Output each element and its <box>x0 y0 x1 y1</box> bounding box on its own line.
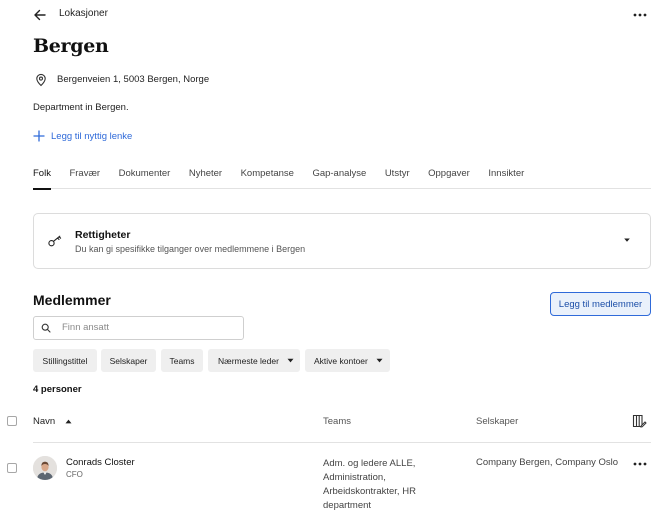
permissions-card[interactable] <box>33 213 651 269</box>
tab-gap-analyse[interactable]: Gap-analyse <box>312 168 366 189</box>
more-horizontal-icon <box>633 13 647 17</box>
plus-icon <box>33 130 45 142</box>
description: Department in Bergen. <box>33 102 129 113</box>
column-settings-button[interactable] <box>632 414 647 428</box>
avatar[interactable] <box>33 456 57 480</box>
back-button[interactable] <box>30 6 50 24</box>
map-pin-icon <box>34 73 48 87</box>
tab-innsikter[interactable]: Innsikter <box>488 168 524 189</box>
tab-nyheter[interactable]: Nyheter <box>189 168 222 189</box>
caret-down-icon <box>287 358 294 363</box>
breadcrumb: Lokasjoner <box>59 8 108 19</box>
edit-columns-icon <box>632 414 647 428</box>
filter-label: Nærmeste leder <box>218 355 279 366</box>
add-members-button[interactable]: Legg til medlemmer <box>550 292 651 316</box>
filter-active-accounts[interactable]: Aktive kontoer <box>305 349 390 372</box>
member-name[interactable]: Conrads Closter <box>66 457 135 468</box>
address: Bergenveien 1, 5003 Bergen, Norge <box>57 74 210 85</box>
member-count: 4 personer <box>33 384 82 395</box>
column-header-name[interactable]: Navn <box>33 416 72 427</box>
filter-job-title[interactable]: Stillingstittel <box>33 349 97 372</box>
add-useful-link-button[interactable]: Legg til nyttig lenke <box>33 129 132 143</box>
column-header-teams[interactable]: Teams <box>323 416 351 427</box>
tab-oppgaver[interactable]: Oppgaver <box>428 168 470 189</box>
member-role: CFO <box>66 470 83 479</box>
more-horizontal-icon <box>633 462 647 466</box>
page-title: Bergen <box>33 35 109 57</box>
select-all-checkbox[interactable] <box>7 416 17 426</box>
search-placeholder: Finn ansatt <box>62 322 109 333</box>
column-header-companies[interactable]: Selskaper <box>476 416 518 427</box>
tab-bar: Folk Fravær Dokumenter Nyheter Kompetans… <box>33 168 651 190</box>
permissions-title: Rettigheter <box>75 229 131 241</box>
permissions-subtitle: Du kan gi spesifikke tilganger over medl… <box>75 244 306 254</box>
filter-label: Teams <box>169 355 195 366</box>
caret-down-icon[interactable] <box>622 236 632 244</box>
table-header-divider <box>33 442 651 443</box>
filter-manager[interactable]: Nærmeste leder <box>208 349 300 372</box>
member-teams: Adm. og ledere ALLE, Administration, Arb… <box>323 458 416 511</box>
row-more-button[interactable] <box>630 458 650 470</box>
add-useful-link-label: Legg til nyttig lenke <box>51 130 133 142</box>
tab-kompetanse[interactable]: Kompetanse <box>241 168 294 189</box>
more-options-button[interactable] <box>630 7 650 23</box>
filter-teams[interactable]: Teams <box>161 349 203 372</box>
search-icon <box>41 323 51 333</box>
caret-down-icon <box>376 358 383 363</box>
sort-ascending-icon <box>65 419 72 424</box>
column-header-name-label: Navn <box>33 416 56 427</box>
filter-label: Aktive kontoer <box>314 355 368 366</box>
member-companies: Company Bergen, Company Oslo <box>476 457 619 468</box>
row-checkbox[interactable] <box>7 463 17 473</box>
tab-utstyr[interactable]: Utstyr <box>385 168 410 189</box>
tab-dokumenter[interactable]: Dokumenter <box>119 168 171 189</box>
filter-label: Selskaper <box>109 355 148 366</box>
filter-label: Stillingstittel <box>42 355 88 366</box>
arrow-left-icon <box>34 9 46 21</box>
members-heading: Medlemmer <box>33 292 111 308</box>
filter-companies[interactable]: Selskaper <box>101 349 156 372</box>
key-icon <box>47 234 63 248</box>
tab-fravaer[interactable]: Fravær <box>69 168 100 189</box>
tab-folk[interactable]: Folk <box>33 168 51 190</box>
